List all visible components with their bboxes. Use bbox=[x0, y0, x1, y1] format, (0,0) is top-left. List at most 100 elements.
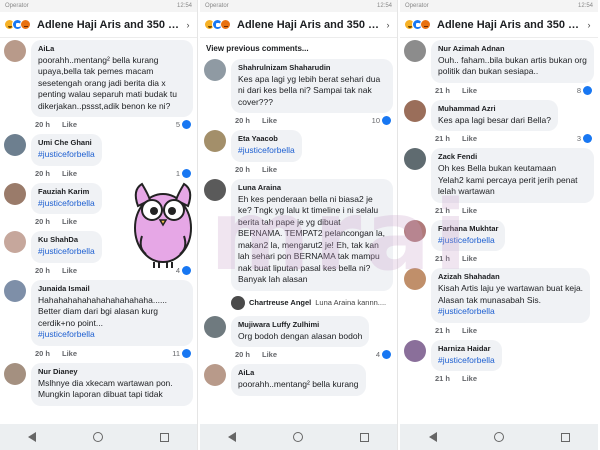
like-button[interactable]: Like bbox=[462, 374, 477, 383]
comment-body: Farhana Mukhtar #justiceforbella 21 h Like bbox=[431, 219, 594, 263]
comment-bubble[interactable]: Harniza Haidar #justiceforbella bbox=[431, 339, 502, 372]
comment-bubble[interactable]: Nur Azimah Adnan Ouh.. faham..bila bukan … bbox=[431, 40, 594, 83]
comment-bubble[interactable]: Eta Yaacob #justiceforbella bbox=[231, 130, 302, 162]
reactions-header[interactable]: Adlene Haji Aris and 350 ot... › bbox=[0, 12, 197, 38]
like-button[interactable]: Like bbox=[462, 86, 477, 95]
like-button[interactable]: Like bbox=[262, 350, 277, 359]
avatar[interactable] bbox=[4, 279, 26, 302]
avatar[interactable] bbox=[204, 178, 226, 201]
avatar[interactable] bbox=[404, 339, 426, 362]
reply-preview[interactable]: Chartreuse Angel Luna Araina kannn.... bbox=[204, 295, 393, 310]
comment-bubble[interactable]: Luna Araina Eh kes penderaan bella ni bia… bbox=[231, 178, 393, 291]
comment-author[interactable]: AiLa bbox=[238, 368, 359, 377]
comment-author[interactable]: Fauziah Karim bbox=[38, 187, 95, 196]
back-icon[interactable] bbox=[28, 432, 37, 442]
avatar[interactable] bbox=[404, 99, 426, 122]
comment-author[interactable]: Muhammad Azri bbox=[438, 104, 551, 113]
comment-text: #justiceforbella bbox=[38, 149, 95, 160]
comment-meta: 21 h Like 3 bbox=[431, 131, 594, 144]
comment-author[interactable]: Umi Che Ghani bbox=[38, 138, 95, 147]
comment-bubble[interactable]: AiLa poorahh..mentang² bella kurang bbox=[231, 364, 366, 396]
like-button[interactable]: Like bbox=[62, 266, 77, 275]
comment-bubble[interactable]: Azizah Shahadan Kisah Artis laju ye warta… bbox=[431, 268, 591, 323]
chevron-right-icon[interactable]: › bbox=[584, 20, 594, 30]
like-count[interactable]: 11 bbox=[172, 348, 191, 358]
like-count[interactable]: 10 bbox=[372, 116, 391, 126]
like-count[interactable]: 4 bbox=[376, 350, 391, 360]
comment: Shahrulnizam Shaharudin Kes apa lagi yg l… bbox=[204, 59, 393, 126]
comment-bubble[interactable]: Junaida Ismail Hahahahahahahahahahahaha..… bbox=[31, 279, 193, 346]
like-count[interactable]: 3 bbox=[577, 134, 592, 144]
home-icon[interactable] bbox=[92, 432, 103, 442]
avatar[interactable] bbox=[204, 315, 226, 338]
avatar[interactable] bbox=[4, 134, 26, 157]
comment-timestamp: 20 h bbox=[35, 348, 51, 358]
like-button[interactable]: Like bbox=[462, 326, 477, 335]
chevron-right-icon[interactable]: › bbox=[383, 20, 393, 30]
comment-bubble[interactable]: Shahrulnizam Shaharudin Kes apa lagi yg l… bbox=[231, 59, 393, 114]
recent-apps-icon[interactable] bbox=[359, 432, 369, 442]
like-count[interactable]: 8 bbox=[577, 85, 592, 95]
avatar[interactable] bbox=[204, 130, 226, 153]
comment-bubble[interactable]: Farhana Mukhtar #justiceforbella bbox=[431, 219, 506, 252]
avatar[interactable] bbox=[404, 148, 426, 171]
avatar[interactable] bbox=[4, 182, 26, 205]
recent-apps-icon[interactable] bbox=[159, 432, 169, 442]
comment-author[interactable]: Luna Araina bbox=[238, 183, 386, 192]
clock: 12:54 bbox=[376, 3, 392, 9]
recent-apps-icon[interactable] bbox=[560, 432, 570, 442]
reactions-header[interactable]: Adlene Haji Aris and 350 ot... › bbox=[200, 12, 397, 38]
comment-bubble[interactable]: Muhammad Azri Kes apa lagi besar dari Bel… bbox=[431, 99, 558, 132]
comment-text: Eh kes penderaan bella ni biasa2 je ke? … bbox=[238, 193, 385, 285]
comment-author[interactable]: Junaida Ismail bbox=[38, 284, 186, 293]
comment-author[interactable]: Eta Yaacob bbox=[238, 134, 295, 143]
avatar[interactable] bbox=[204, 364, 226, 387]
comment-bubble[interactable]: AiLa poorahh..mentang² bella kurang upaya… bbox=[31, 40, 193, 118]
comment-author[interactable]: Ku ShahDa bbox=[38, 235, 95, 244]
comment-author[interactable]: Nur Azimah Adnan bbox=[438, 44, 587, 53]
comment-bubble[interactable]: Zack Fendi Oh kes Bella bukan keutamaan Ye… bbox=[431, 148, 594, 203]
avatar[interactable] bbox=[404, 40, 426, 62]
comment-author[interactable]: Farhana Mukhtar bbox=[438, 224, 498, 233]
reply-author[interactable]: Chartreuse Angel bbox=[249, 298, 311, 307]
back-icon[interactable] bbox=[428, 432, 437, 442]
home-icon[interactable] bbox=[292, 432, 303, 442]
like-button[interactable]: Like bbox=[62, 217, 77, 226]
comment-author[interactable]: Nur Dianey bbox=[38, 367, 186, 376]
avatar[interactable] bbox=[4, 362, 26, 385]
comment-author[interactable]: Shahrulnizam Shaharudin bbox=[238, 63, 386, 72]
comment-bubble[interactable]: Fauziah Karim #justiceforbella bbox=[31, 182, 102, 215]
comment-bubble[interactable]: Nur Dianey Mslhnye dia xkecam wartawan po… bbox=[31, 362, 193, 406]
comment-bubble[interactable]: Ku ShahDa #justiceforbella bbox=[31, 231, 102, 263]
back-icon[interactable] bbox=[228, 432, 237, 442]
comment-author[interactable]: Azizah Shahadan bbox=[438, 272, 583, 281]
like-button[interactable]: Like bbox=[62, 120, 77, 129]
avatar[interactable] bbox=[204, 59, 226, 81]
avatar[interactable] bbox=[4, 231, 26, 254]
like-button[interactable]: Like bbox=[262, 116, 277, 125]
comments-panel-2: Operator 12:54 Adlene Haji Aris and 350 … bbox=[200, 0, 398, 450]
like-button[interactable]: Like bbox=[462, 134, 477, 143]
comment-bubble[interactable]: Mujiwara Luffy Zulhimi Org bodoh dengan a… bbox=[231, 315, 370, 348]
avatar[interactable] bbox=[4, 40, 26, 62]
like-button[interactable]: Like bbox=[62, 349, 77, 358]
reactions-header[interactable]: Adlene Haji Aris and 350 ot... › bbox=[400, 12, 598, 38]
comment: Eta Yaacob #justiceforbella 20 h Like bbox=[204, 130, 393, 174]
comment-author[interactable]: Harniza Haidar bbox=[438, 344, 495, 353]
comment-author[interactable]: AiLa bbox=[38, 44, 186, 53]
like-button[interactable]: Like bbox=[462, 254, 477, 263]
home-icon[interactable] bbox=[493, 432, 504, 442]
like-button[interactable]: Like bbox=[262, 165, 277, 174]
comment: Zack Fendi Oh kes Bella bukan keutamaan Ye… bbox=[404, 148, 594, 215]
like-button[interactable]: Like bbox=[462, 206, 477, 215]
comment-bubble[interactable]: Umi Che Ghani #justiceforbella bbox=[31, 134, 102, 166]
like-button[interactable]: Like bbox=[62, 169, 77, 178]
comment-author[interactable]: Mujiwara Luffy Zulhimi bbox=[238, 320, 362, 329]
chevron-right-icon[interactable]: › bbox=[183, 20, 193, 30]
avatar[interactable] bbox=[404, 219, 426, 242]
like-count[interactable]: 5 bbox=[176, 120, 191, 130]
comment-author[interactable]: Zack Fendi bbox=[438, 152, 587, 161]
view-previous-comments-link[interactable]: View previous comments... bbox=[204, 40, 393, 59]
avatar[interactable] bbox=[404, 268, 426, 291]
avatar[interactable] bbox=[231, 295, 245, 310]
